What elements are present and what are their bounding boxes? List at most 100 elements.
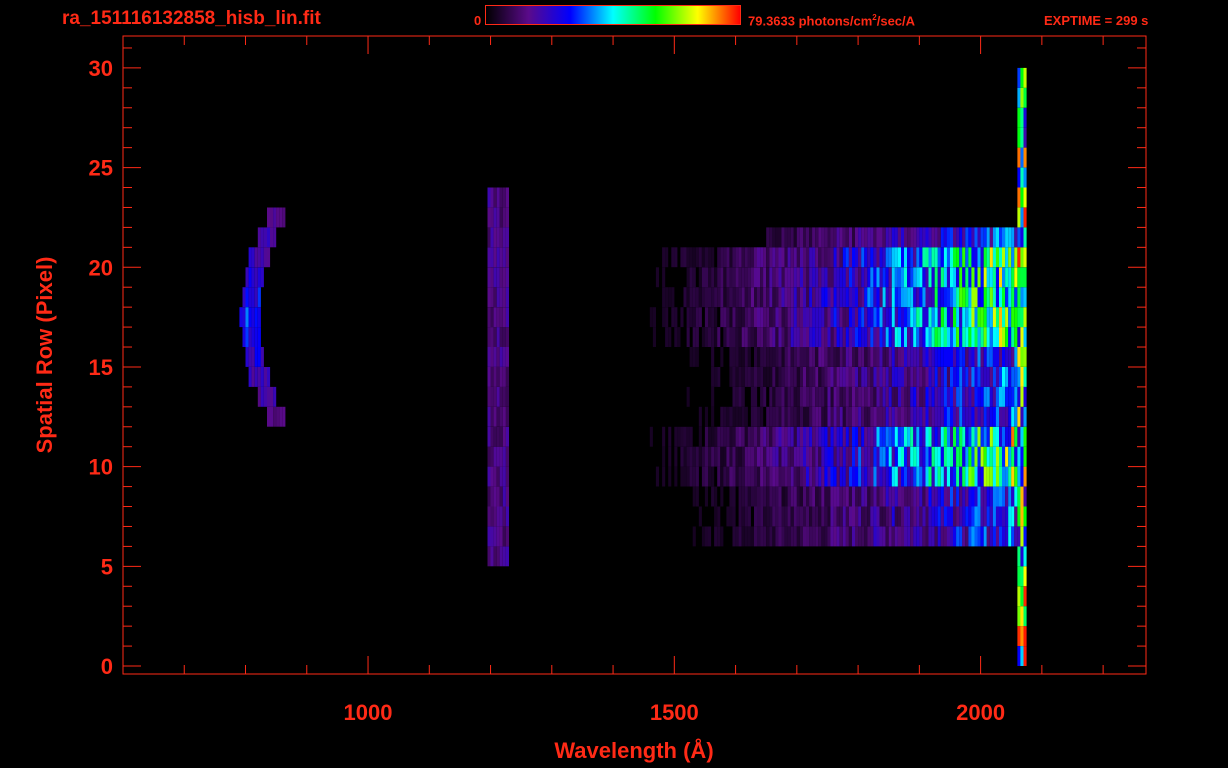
heatmap-cell — [931, 307, 935, 328]
heatmap-cell — [873, 347, 877, 367]
heatmap-cell — [971, 307, 975, 328]
heatmap-cell — [649, 307, 653, 328]
heatmap-cell — [732, 307, 736, 328]
heatmap-cell — [735, 446, 739, 467]
heatmap-cell — [870, 347, 874, 367]
heatmap-cell — [671, 247, 675, 268]
heatmap-cell — [708, 526, 712, 547]
heatmap-cell — [754, 287, 758, 308]
heatmap-cell — [836, 367, 840, 387]
heatmap-cell — [769, 287, 773, 308]
heatmap-cell — [668, 327, 672, 347]
heatmap-cell — [870, 327, 874, 347]
heatmap-cell — [490, 307, 494, 328]
heatmap-cell — [974, 347, 978, 367]
heatmap-cell — [864, 307, 868, 328]
heatmap-cell — [907, 327, 911, 347]
heatmap-cell — [711, 386, 715, 407]
heatmap-cell — [668, 426, 672, 447]
heatmap-cell — [695, 287, 699, 308]
heatmap-cell — [867, 367, 871, 387]
heatmap-cell — [769, 526, 773, 547]
heatmap-cell — [855, 307, 859, 328]
heatmap-cell — [824, 247, 828, 268]
heatmap-cell — [995, 406, 999, 427]
y-tick-label: 30 — [89, 56, 113, 81]
heatmap-cell — [499, 307, 503, 328]
heatmap-cell — [502, 506, 506, 527]
heatmap-cell — [738, 506, 742, 527]
heatmap-cell — [717, 466, 721, 487]
heatmap-cell — [738, 267, 742, 288]
heatmap-cell — [760, 367, 764, 387]
heatmap-cell — [686, 466, 690, 487]
heatmap-cell — [919, 367, 923, 387]
heatmap-cell — [950, 386, 954, 407]
heatmap-cell — [913, 247, 917, 268]
heatmap-cell — [723, 406, 727, 427]
heatmap-cell — [1011, 367, 1015, 387]
heatmap-cell — [980, 227, 984, 248]
heatmap-cell — [1020, 446, 1024, 467]
heatmap-cell — [674, 327, 678, 347]
heatmap-cell — [1011, 506, 1015, 527]
heatmap-cell — [717, 506, 721, 527]
heatmap-cell — [879, 307, 883, 328]
heatmap-cell — [922, 486, 926, 507]
heatmap-cell — [999, 227, 1003, 248]
heatmap-cell — [848, 526, 852, 547]
heatmap-cell — [686, 247, 690, 268]
heatmap-cell — [904, 446, 908, 467]
heatmap-cell — [995, 526, 999, 547]
heatmap-cell — [989, 486, 993, 507]
heatmap-cell — [848, 247, 852, 268]
heatmap-cell — [790, 386, 794, 407]
heatmap-cell — [493, 446, 497, 467]
heatmap-cell — [769, 406, 773, 427]
heatmap-cell — [787, 426, 791, 447]
heatmap-cell — [943, 267, 947, 288]
heatmap-cell — [992, 227, 996, 248]
heatmap-cell — [803, 227, 807, 248]
heatmap-cell — [870, 466, 874, 487]
heatmap-cell — [907, 426, 911, 447]
heatmap-cell — [901, 287, 905, 308]
heatmap-cell — [842, 486, 846, 507]
heatmap-cell — [910, 426, 914, 447]
heatmap-cell — [496, 406, 500, 427]
heatmap-cell — [769, 446, 773, 467]
heatmap-cell — [270, 406, 274, 427]
heatmap-cell — [839, 506, 843, 527]
heatmap-cell — [959, 506, 963, 527]
heatmap-cell — [913, 526, 917, 547]
heatmap-cell — [1023, 466, 1027, 487]
heatmap-cell — [861, 367, 865, 387]
heatmap-cell — [876, 247, 880, 268]
heatmap-cell — [931, 426, 935, 447]
heatmap-cell — [806, 386, 810, 407]
heatmap-cell — [1020, 87, 1024, 108]
heatmap-cell — [821, 386, 825, 407]
heatmap-cell — [769, 386, 773, 407]
heatmap-cell — [496, 207, 500, 228]
heatmap-cell — [741, 347, 745, 367]
heatmap-cell — [821, 406, 825, 427]
heatmap-cell — [940, 247, 944, 268]
heatmap-cell — [781, 247, 785, 268]
heatmap-cell — [836, 347, 840, 367]
heatmap-cell — [999, 426, 1003, 447]
heatmap-cell — [943, 347, 947, 367]
heatmap-cell — [824, 327, 828, 347]
heatmap-cell — [754, 486, 758, 507]
heatmap-cell — [487, 406, 491, 427]
heatmap-cell — [937, 486, 941, 507]
heatmap-cell — [726, 287, 730, 308]
heatmap-cell — [855, 426, 859, 447]
heatmap-cell — [965, 406, 969, 427]
heatmap-cell — [714, 267, 718, 288]
heatmap-cell — [983, 406, 987, 427]
heatmap-cell — [744, 506, 748, 527]
heatmap-cell — [689, 247, 693, 268]
heatmap-cell — [1020, 327, 1024, 347]
heatmap-cell — [683, 466, 687, 487]
